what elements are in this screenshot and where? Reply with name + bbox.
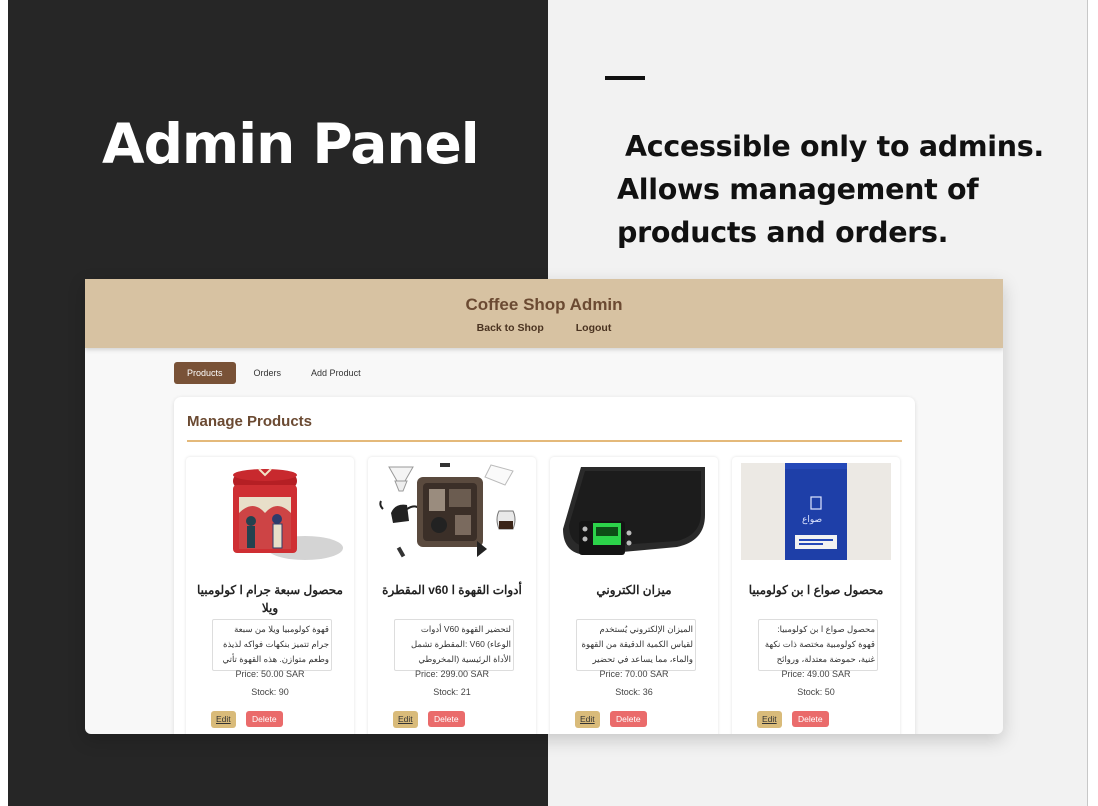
edit-button[interactable]: Edit (575, 711, 600, 728)
admin-tabs: Products Orders Add Product (174, 362, 379, 384)
product-name: ميزان الكتروني (596, 583, 672, 597)
coffee-tin-image (233, 468, 343, 560)
product-card: محصول صواع ا بن كولومبيا محصول صواع ا بن… (732, 457, 900, 734)
product-description-field[interactable]: الميزان الإلكتروني يُستخدم لقياس الكمية … (576, 619, 696, 671)
app-header: Coffee Shop Admin Back to Shop Logout (85, 279, 1003, 348)
edit-button[interactable]: Edit (393, 711, 418, 728)
bag-brand-text: صواع (802, 515, 823, 525)
right-margin (1088, 0, 1098, 806)
product-price: Price: 50.00 SAR (235, 669, 305, 679)
product-stock: Stock: 90 (251, 687, 289, 697)
product-card: محصول سبعة جرام ا كولومبيا ويلا قهوة كول… (186, 457, 354, 734)
left-margin (0, 0, 8, 806)
product-name: محصول صواع ا بن كولومبيا (748, 583, 884, 597)
product-description-field[interactable]: محصول صواع ا بن كولومبيا: قهوة كولومبية … (758, 619, 878, 671)
app-title: Coffee Shop Admin (465, 295, 623, 314)
product-description-field[interactable]: لتحضير القهوة V60 أدوات الوعاء) V60 :الم… (394, 619, 514, 671)
product-price: Price: 70.00 SAR (599, 669, 669, 679)
description-line-3: products and orders. (617, 216, 949, 249)
product-stock: Stock: 21 (433, 687, 471, 697)
logout-link[interactable]: Logout (576, 322, 612, 334)
admin-screenshot: Coffee Shop Admin Back to Shop Logout Pr… (85, 279, 1003, 734)
product-image (741, 463, 891, 560)
product-stock: Stock: 36 (615, 687, 653, 697)
slide-description: Accessible only to admins. Allows manage… (617, 125, 1057, 254)
delete-button[interactable]: Delete (246, 711, 283, 727)
description-line-1: Accessible only to admins. (625, 130, 1044, 163)
edit-button[interactable]: Edit (757, 711, 782, 728)
product-price: Price: 299.00 SAR (414, 669, 490, 679)
tab-products[interactable]: Products (174, 362, 236, 384)
product-name: أدوات القهوة ا v60 المقطرة (382, 583, 522, 597)
delete-button[interactable]: Delete (792, 711, 829, 727)
scale-image (563, 467, 705, 555)
delete-button[interactable]: Delete (610, 711, 647, 727)
product-image (377, 463, 527, 560)
edit-button[interactable]: Edit (211, 711, 236, 728)
tab-orders[interactable]: Orders (242, 362, 294, 384)
product-name: محصول سبعة جرام ا كولومبيا ويلا (197, 583, 343, 615)
section-title: Manage Products (187, 413, 313, 430)
header-nav: Back to Shop Logout (85, 322, 1003, 334)
product-image (195, 463, 345, 560)
delete-button[interactable]: Delete (428, 711, 465, 727)
tab-add-product[interactable]: Add Product (299, 362, 373, 384)
back-to-shop-link[interactable]: Back to Shop (477, 322, 544, 334)
slide-title: Admin Panel (102, 112, 480, 176)
product-description-field[interactable]: قهوة كولومبيا ويلا من سبعة جرام تتميز بن… (212, 619, 332, 671)
accent-bar (605, 76, 645, 80)
manage-products-panel: Manage Products محصول سبعة جرام ا كولومب… (174, 397, 915, 734)
product-stock: Stock: 50 (797, 687, 835, 697)
product-price: Price: 49.00 SAR (781, 669, 851, 679)
coffee-bag-image (741, 463, 891, 560)
product-card: ميزان الكتروني الميزان الإلكتروني يُستخد… (550, 457, 718, 734)
section-divider (187, 440, 902, 442)
product-card: أدوات القهوة ا v60 المقطرة لتحضير القهوة… (368, 457, 536, 734)
product-image (559, 463, 709, 560)
v60-kit-image (379, 463, 516, 558)
description-line-2: Allows management of (617, 173, 979, 206)
